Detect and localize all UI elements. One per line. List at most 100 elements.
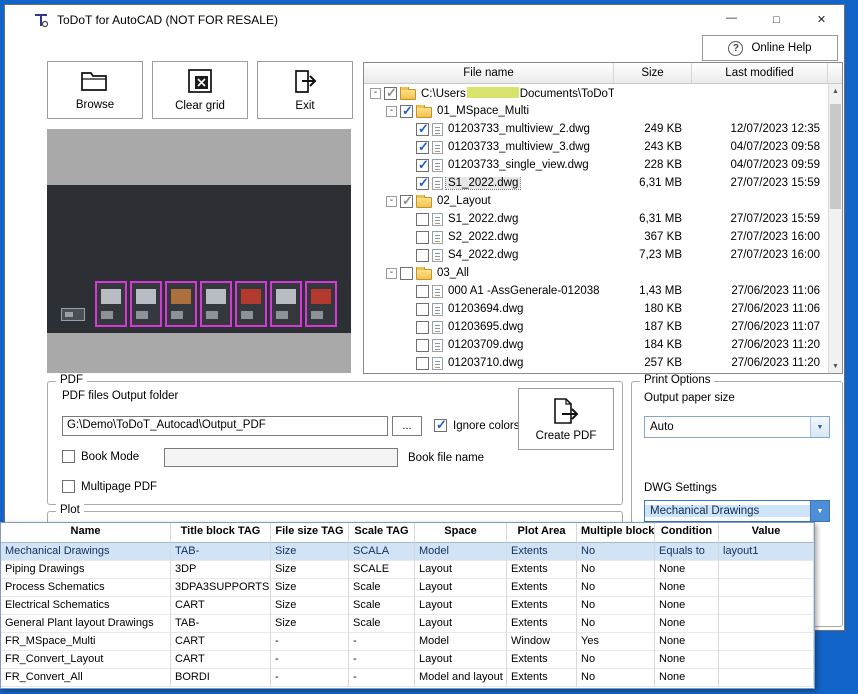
settings-column-header[interactable]: Scale TAG: [349, 523, 415, 543]
tree-expander-icon[interactable]: -: [386, 196, 397, 207]
settings-cell[interactable]: 3DP: [171, 561, 271, 579]
settings-cell[interactable]: Scale: [349, 615, 415, 633]
book-file-input[interactable]: [164, 448, 398, 467]
settings-cell[interactable]: Yes: [577, 633, 655, 651]
tree-scrollbar[interactable]: ▲ ▼: [828, 84, 842, 373]
folder-browse-dots-button[interactable]: ...: [392, 416, 422, 436]
settings-cell[interactable]: No: [577, 579, 655, 597]
tree-checkbox[interactable]: [416, 339, 429, 352]
tree-row-file[interactable]: S1_2022.dwg6,31 MB27/07/2023 15:59: [364, 210, 828, 228]
settings-cell[interactable]: layout1: [719, 543, 814, 561]
settings-cell[interactable]: [719, 633, 814, 651]
tree-row-file[interactable]: S2_2022.dwg367 KB27/07/2023 16:00: [364, 228, 828, 246]
settings-cell[interactable]: Extents: [507, 615, 577, 633]
tree-checkbox[interactable]: [400, 267, 413, 280]
settings-cell[interactable]: No: [577, 597, 655, 615]
settings-cell[interactable]: Model: [415, 633, 507, 651]
settings-cell[interactable]: Layout: [415, 651, 507, 669]
drawing-thumbnail[interactable]: [200, 281, 232, 327]
maximize-button[interactable]: □: [754, 5, 799, 34]
tree-checkbox[interactable]: [416, 357, 429, 370]
dwg-settings-combo[interactable]: Mechanical Drawings ▼: [644, 500, 830, 522]
settings-cell[interactable]: None: [655, 561, 719, 579]
settings-cell[interactable]: Extents: [507, 651, 577, 669]
settings-cell[interactable]: Size: [271, 579, 349, 597]
settings-row[interactable]: Process Schematics3DPA3SUPPORTSSizeScale…: [1, 579, 814, 597]
settings-column-header[interactable]: Title block TAG: [171, 523, 271, 543]
settings-cell[interactable]: [719, 579, 814, 597]
settings-cell[interactable]: Extents: [507, 597, 577, 615]
scroll-up-icon[interactable]: ▲: [829, 84, 842, 98]
settings-cell[interactable]: No: [577, 651, 655, 669]
settings-cell[interactable]: FR_Convert_Layout: [1, 651, 171, 669]
settings-cell[interactable]: SCALE: [349, 561, 415, 579]
drawing-thumbnail[interactable]: [165, 281, 197, 327]
tree-row-file[interactable]: 01203733_multiview_3.dwg243 KB04/07/2023…: [364, 138, 828, 156]
settings-cell[interactable]: TAB-: [171, 615, 271, 633]
settings-cell[interactable]: TAB-: [171, 543, 271, 561]
tree-row-file[interactable]: 01203710.dwg257 KB27/06/2023 11:20: [364, 354, 828, 372]
tree-checkbox[interactable]: [416, 141, 429, 154]
settings-column-header[interactable]: Condition: [655, 523, 719, 543]
browse-button[interactable]: Browse: [47, 61, 143, 119]
settings-cell[interactable]: [719, 561, 814, 579]
settings-cell[interactable]: [719, 651, 814, 669]
settings-cell[interactable]: -: [271, 669, 349, 687]
settings-cell[interactable]: Model: [415, 543, 507, 561]
settings-cell[interactable]: Equals to: [655, 543, 719, 561]
column-header-file-name[interactable]: File name: [364, 63, 614, 83]
tree-row-file[interactable]: 01203709.dwg184 KB27/06/2023 11:20: [364, 336, 828, 354]
settings-cell[interactable]: Extents: [507, 579, 577, 597]
paper-size-combo[interactable]: Auto ▼: [644, 416, 830, 438]
output-folder-input[interactable]: G:\Demo\ToDoT_Autocad\Output_PDF: [62, 416, 388, 436]
tree-row-folder[interactable]: -01_MSpace_Multi: [364, 102, 828, 120]
tree-row-file[interactable]: 01203695.dwg187 KB27/06/2023 11:07: [364, 318, 828, 336]
tree-row-folder[interactable]: -02_Layout: [364, 192, 828, 210]
settings-cell[interactable]: None: [655, 615, 719, 633]
settings-column-header[interactable]: File size TAG: [271, 523, 349, 543]
settings-cell[interactable]: No: [577, 561, 655, 579]
tree-checkbox[interactable]: [416, 285, 429, 298]
settings-cell[interactable]: No: [577, 615, 655, 633]
settings-cell[interactable]: Size: [271, 597, 349, 615]
tree-row-folder[interactable]: -03_All: [364, 264, 828, 282]
settings-cell[interactable]: Window: [507, 633, 577, 651]
settings-cell[interactable]: FR_Convert_All: [1, 669, 171, 687]
tree-expander-icon[interactable]: -: [386, 106, 397, 117]
settings-cell[interactable]: -: [271, 633, 349, 651]
column-header-size[interactable]: Size: [614, 63, 692, 83]
settings-cell[interactable]: None: [655, 579, 719, 597]
settings-cell[interactable]: [719, 615, 814, 633]
settings-cell[interactable]: No: [577, 669, 655, 687]
settings-cell[interactable]: None: [655, 597, 719, 615]
tree-checkbox[interactable]: [416, 159, 429, 172]
settings-cell[interactable]: None: [655, 651, 719, 669]
tree-checkbox[interactable]: [416, 249, 429, 262]
tree-row-file[interactable]: 01203694.dwg180 KB27/06/2023 11:06: [364, 300, 828, 318]
exit-button[interactable]: Exit: [257, 61, 353, 119]
chevron-down-icon[interactable]: ▼: [810, 417, 829, 437]
settings-cell[interactable]: Size: [271, 543, 349, 561]
tree-checkbox[interactable]: [416, 231, 429, 244]
settings-row[interactable]: Mechanical DrawingsTAB-SizeSCALAModelExt…: [1, 543, 814, 561]
settings-cell[interactable]: CART: [171, 633, 271, 651]
settings-row[interactable]: FR_Convert_LayoutCART--LayoutExtentsNoNo…: [1, 651, 814, 669]
settings-cell[interactable]: Extents: [507, 561, 577, 579]
settings-cell[interactable]: 3DPA3SUPPORTS: [171, 579, 271, 597]
settings-column-header[interactable]: Multiple blocks: [577, 523, 655, 543]
settings-row[interactable]: Electrical SchematicsCARTSizeScaleLayout…: [1, 597, 814, 615]
settings-cell[interactable]: BORDI: [171, 669, 271, 687]
settings-row[interactable]: FR_Convert_AllBORDI--Model and layoutExt…: [1, 669, 814, 687]
settings-cell[interactable]: CART: [171, 651, 271, 669]
settings-cell[interactable]: [719, 597, 814, 615]
chevron-down-icon[interactable]: ▼: [810, 501, 829, 521]
clear-grid-button[interactable]: Clear grid: [152, 61, 248, 119]
tree-row-file[interactable]: 01203733_single_view.dwg228 KB04/07/2023…: [364, 156, 828, 174]
settings-cell[interactable]: -: [349, 633, 415, 651]
online-help-button[interactable]: ? Online Help: [702, 35, 838, 61]
settings-cell[interactable]: Piping Drawings: [1, 561, 171, 579]
tree-checkbox[interactable]: [416, 177, 429, 190]
settings-cell[interactable]: Size: [271, 615, 349, 633]
tree-row-file[interactable]: 000 A1 -AssGenerale-0120381,43 MB27/06/2…: [364, 282, 828, 300]
tree-checkbox[interactable]: [400, 105, 413, 118]
